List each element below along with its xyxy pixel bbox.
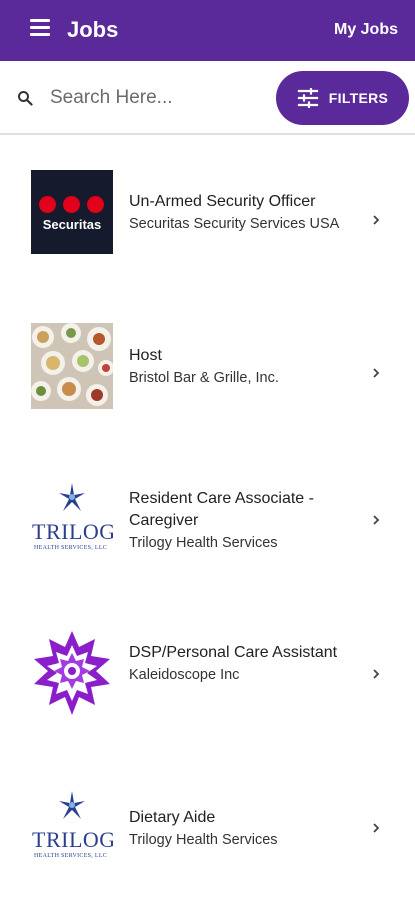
job-title: Resident Care Associate - Caregiver bbox=[129, 490, 314, 529]
job-title: Host bbox=[129, 347, 162, 364]
app-bar: Jobs My Jobs bbox=[0, 0, 415, 61]
job-company: Trilogy Health Services bbox=[129, 832, 278, 848]
securitas-logo: Securitas bbox=[31, 170, 113, 254]
trilogy-logo-subtext: HEALTH SERVICES, LLC bbox=[34, 853, 108, 859]
job-list-item[interactable]: TRILOGY HEALTH SERVICES, LLC Resident Ca… bbox=[0, 453, 415, 583]
job-company: Securitas Security Services USA bbox=[129, 216, 340, 232]
trilogy-logo-text: TRILOGY bbox=[32, 519, 113, 544]
search-input[interactable] bbox=[50, 83, 260, 113]
job-company: Kaleidoscope Inc bbox=[129, 667, 240, 683]
job-company: Bristol Bar & Grille, Inc. bbox=[129, 370, 279, 386]
kaleidoscope-logo bbox=[31, 631, 113, 715]
securitas-logo-text: Securitas bbox=[42, 217, 102, 232]
page-title: Jobs bbox=[67, 17, 119, 42]
job-title: Dietary Aide bbox=[129, 809, 216, 826]
trilogy-logo-text: TRILOGY bbox=[32, 827, 113, 852]
trilogy-emblem-icon bbox=[59, 791, 85, 819]
chevron-right-icon bbox=[373, 669, 380, 679]
chevron-right-icon bbox=[373, 368, 380, 378]
job-title: Un-Armed Security Officer bbox=[129, 193, 316, 210]
search-bar: FILTERS bbox=[0, 61, 415, 135]
filters-button[interactable]: FILTERS bbox=[276, 71, 409, 125]
trilogy-emblem-icon bbox=[59, 483, 85, 511]
job-company: Trilogy Health Services bbox=[129, 535, 278, 551]
my-jobs-link[interactable]: My Jobs bbox=[334, 21, 398, 39]
chevron-right-icon bbox=[373, 823, 380, 833]
trilogy-logo: TRILOGY HEALTH SERVICES, LLC bbox=[31, 481, 113, 565]
hamburger-menu-icon[interactable] bbox=[30, 19, 54, 41]
chevron-right-icon bbox=[373, 515, 380, 525]
trilogy-logo: TRILOGY HEALTH SERVICES, LLC bbox=[31, 789, 113, 873]
food-photo-logo bbox=[31, 323, 113, 409]
job-title: DSP/Personal Care Assistant bbox=[129, 644, 338, 661]
filters-label: FILTERS bbox=[328, 90, 389, 106]
job-list-item[interactable]: Host Bristol Bar & Grille, Inc. bbox=[0, 299, 415, 429]
job-list-item[interactable]: Securitas Un-Armed Security Officer Secu… bbox=[0, 145, 415, 275]
trilogy-logo-subtext: HEALTH SERVICES, LLC bbox=[34, 545, 108, 551]
chevron-right-icon bbox=[373, 215, 380, 225]
job-list-item[interactable]: DSP/Personal Care Assistant Kaleidoscope… bbox=[0, 607, 415, 737]
sliders-icon bbox=[297, 88, 318, 108]
job-list-item[interactable]: TRILOGY HEALTH SERVICES, LLC Dietary Aid… bbox=[0, 761, 415, 891]
search-icon bbox=[18, 91, 33, 106]
